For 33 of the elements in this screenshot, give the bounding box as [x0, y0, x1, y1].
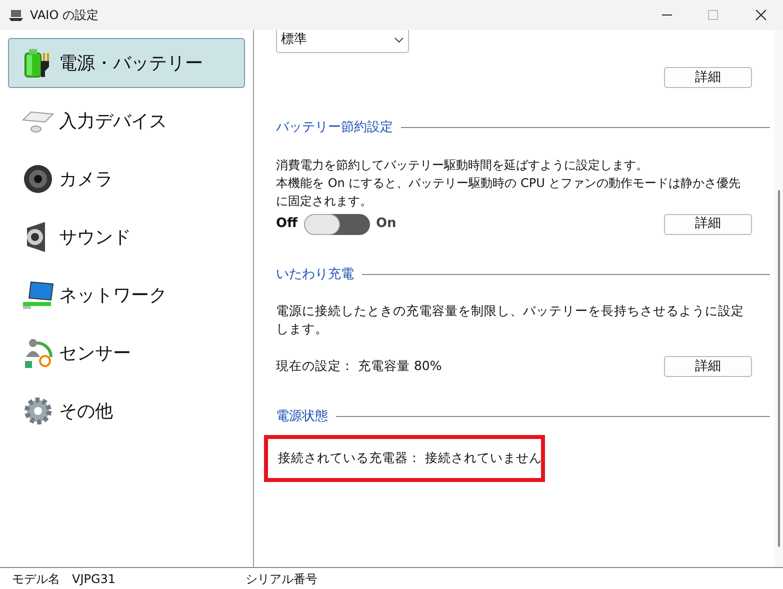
details-button[interactable]: 詳細	[664, 67, 752, 88]
model-label: モデル名	[12, 570, 60, 588]
toggle-switch[interactable]	[304, 214, 370, 234]
window-title: VAIO の設定	[30, 7, 98, 24]
sidebar-item[interactable]: カメラ	[8, 154, 245, 204]
mode-dropdown[interactable]: 標準	[276, 30, 409, 53]
gear-icon	[23, 396, 53, 426]
charger-status-text: 接続されている充電器： 接続されていません	[278, 448, 542, 467]
description-text: 消費電力を節約してバッテリー駆動時間を延ばすように設定します。	[276, 156, 649, 174]
sidebar-item[interactable]: センサー	[8, 328, 245, 378]
section-heading: バッテリー節約設定	[276, 119, 393, 137]
model-value: VJPG31	[72, 570, 116, 588]
chevron-down-icon	[394, 37, 404, 43]
sidebar-item[interactable]: サウンド	[8, 212, 245, 262]
camera-lens-icon	[23, 164, 53, 194]
close-icon[interactable]	[755, 9, 767, 21]
laptop-icon	[8, 8, 24, 22]
sidebar-item[interactable]: 電源・バッテリー	[8, 38, 245, 88]
description-text: 本機能を On にすると、バッテリー駆動時の CPU とファンの動作モードは静かさ優先に固定されます。	[276, 174, 742, 210]
section-heading: いたわり充電	[276, 266, 354, 284]
person-sensor-icon	[23, 337, 53, 369]
current-setting-text: 現在の設定： 充電容量 80%	[276, 357, 442, 376]
description-text: 電源に接続したときの充電容量を制限し、バッテリーを長持ちさせるように設定します。	[276, 302, 745, 338]
details-button[interactable]: 詳細	[664, 356, 752, 377]
sidebar-item[interactable]: ネットワーク	[8, 270, 245, 320]
sidebar-item[interactable]: その他	[8, 386, 245, 436]
serial-label: シリアル番号	[246, 570, 318, 588]
section-heading: 電源状態	[276, 408, 328, 426]
sidebar-item[interactable]: 入力デバイス	[8, 96, 245, 146]
network-computer-icon	[21, 280, 55, 310]
details-button[interactable]: 詳細	[664, 214, 752, 234]
off-label: Off	[276, 215, 299, 234]
on-label: On	[376, 215, 396, 234]
